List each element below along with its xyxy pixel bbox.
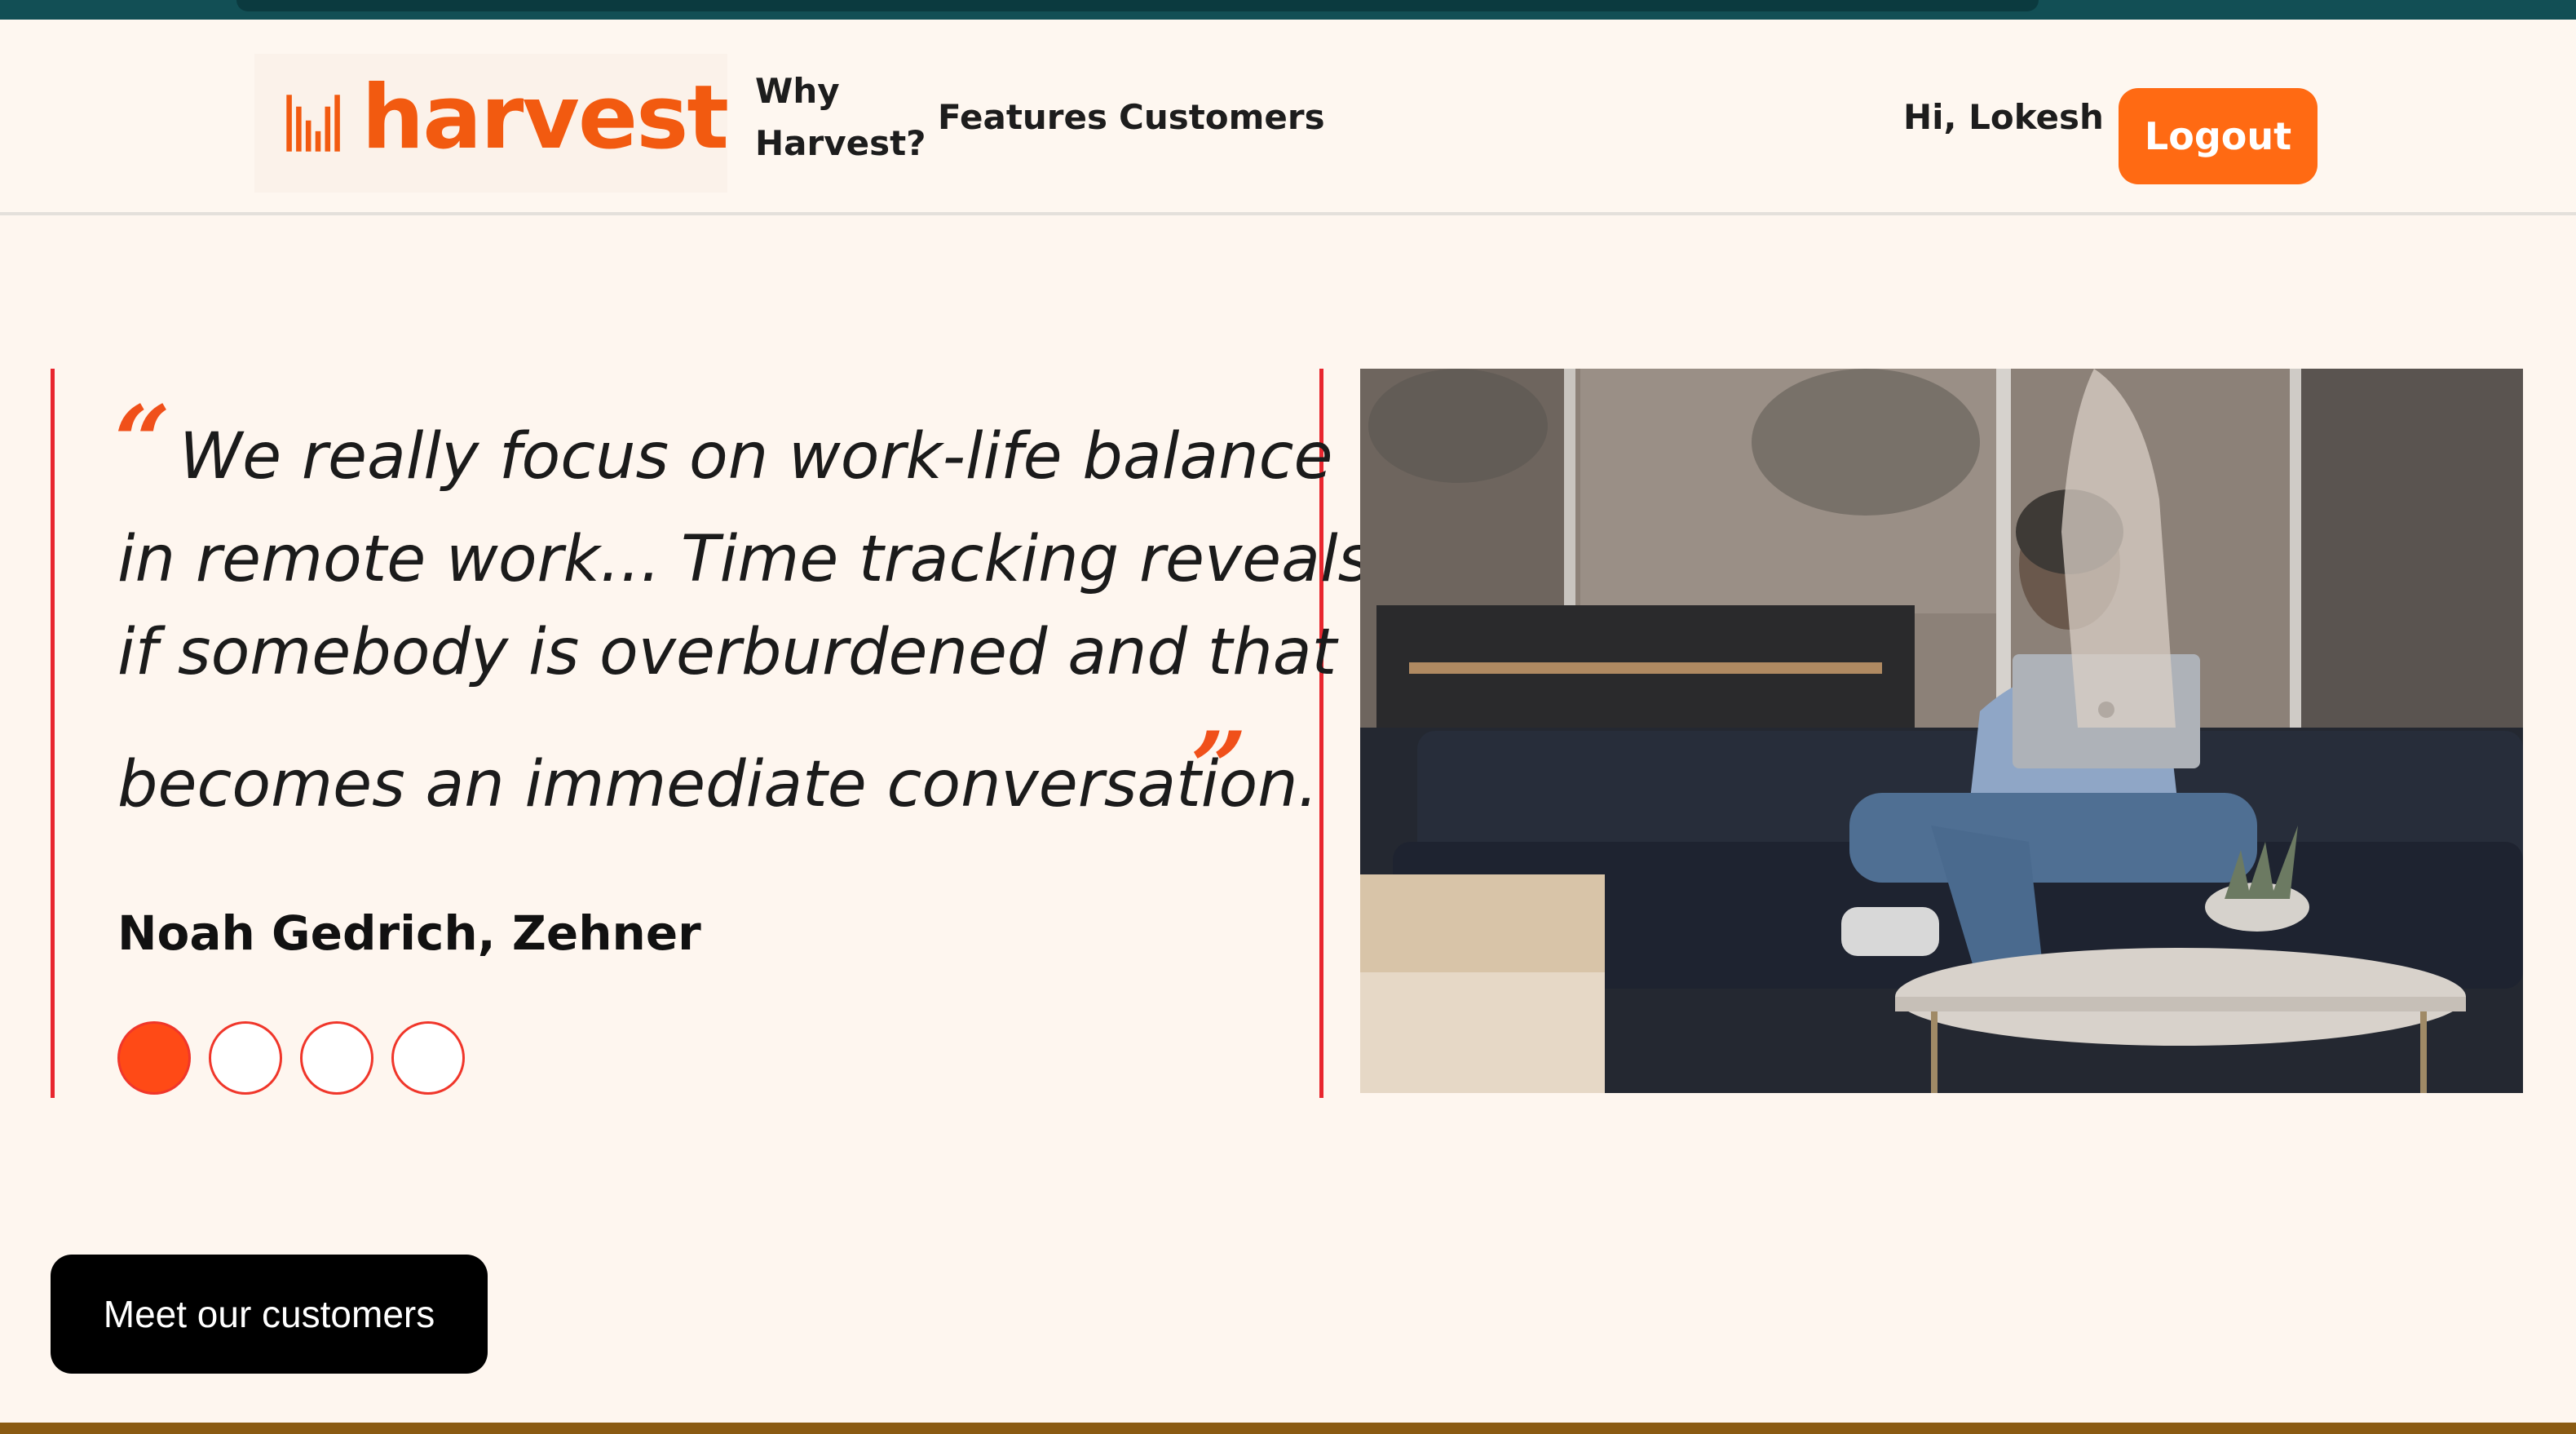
quote-line-2: in remote work... Time tracking reveals: [117, 523, 1372, 596]
quote-line-1: We really focus on work-life balance: [179, 420, 1333, 493]
open-quote-mark: “: [114, 384, 171, 499]
testimonial-author: Noah Gedrich, Zehner: [117, 905, 701, 961]
harvest-logo[interactable]: harvest: [254, 54, 729, 193]
nav-features[interactable]: Features: [938, 91, 1107, 144]
nav-why-line1: Why: [755, 71, 840, 111]
carousel-pagination: [117, 1021, 465, 1095]
quote-line-3: if somebody is overburdened and that: [117, 616, 1337, 689]
close-quote-mark: ”: [1191, 710, 1248, 825]
carousel-dot-1[interactable]: [117, 1021, 191, 1095]
nav-why-harvest[interactable]: Why Harvest?: [755, 65, 926, 170]
top-strip-inner: [236, 0, 2039, 11]
harvest-logo-icon: [286, 95, 340, 152]
browser-top-strip: [0, 0, 2576, 20]
nav-customers[interactable]: Customers: [1119, 91, 1325, 144]
logo-wordmark: harvest: [361, 67, 729, 169]
carousel-dot-2[interactable]: [209, 1021, 282, 1095]
carousel-dot-3[interactable]: [300, 1021, 373, 1095]
customer-photo-illustration: [1360, 369, 2523, 1093]
customer-photo: [1360, 369, 2523, 1093]
quote-border-left: [51, 369, 55, 1098]
logout-button[interactable]: Logout: [2119, 88, 2318, 184]
quote-line-4: becomes an immediate conversation.: [117, 748, 1319, 821]
nav-why-line2: Harvest?: [755, 123, 926, 163]
site-header: harvest Why Harvest? Features Customers …: [0, 20, 2576, 215]
user-greeting: Hi, Lokesh: [1903, 97, 2104, 137]
carousel-dot-4[interactable]: [391, 1021, 465, 1095]
meet-customers-button[interactable]: Meet our customers: [51, 1255, 488, 1374]
bottom-bar: [0, 1423, 2576, 1434]
